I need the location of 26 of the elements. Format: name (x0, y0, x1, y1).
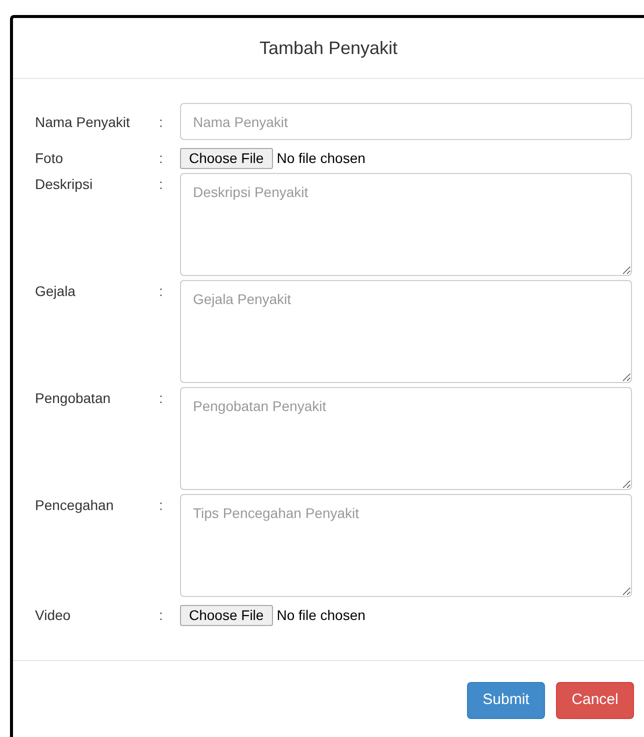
text-input-field[interactable]: Nama Penyakit (180, 103, 632, 140)
textarea-field[interactable]: Deskripsi Penyakit (180, 173, 632, 276)
file-status: No file chosen (276, 148, 366, 168)
label-colon: : (159, 149, 164, 168)
field-label: Deskripsi (35, 175, 94, 194)
textarea-field[interactable]: Tips Pencegahan Penyakit (180, 494, 632, 597)
choose-file-button[interactable]: Choose File (180, 148, 273, 168)
cancel-button[interactable]: Cancel (556, 682, 634, 719)
field-label: Gejala (35, 282, 76, 301)
modal-title: Tambah Penyakit (259, 36, 398, 60)
field-label: Video (35, 606, 72, 625)
field-label: Pengobatan (35, 389, 112, 408)
textarea-field[interactable]: Gejala Penyakit (180, 280, 632, 383)
textarea-field[interactable]: Pengobatan Penyakit (180, 387, 632, 490)
label-colon: : (159, 389, 164, 408)
choose-file-button[interactable]: Choose File (180, 604, 273, 626)
label-colon: : (159, 282, 164, 301)
submit-button[interactable]: Submit (467, 682, 545, 719)
label-colon: : (159, 113, 164, 132)
field-label: Nama Penyakit (35, 113, 131, 132)
label-colon: : (159, 606, 164, 625)
file-status: No file chosen (276, 606, 366, 624)
field-label: Foto (35, 149, 64, 168)
field-label: Pencegahan (35, 496, 115, 515)
label-colon: : (159, 175, 164, 194)
label-colon: : (159, 496, 164, 515)
